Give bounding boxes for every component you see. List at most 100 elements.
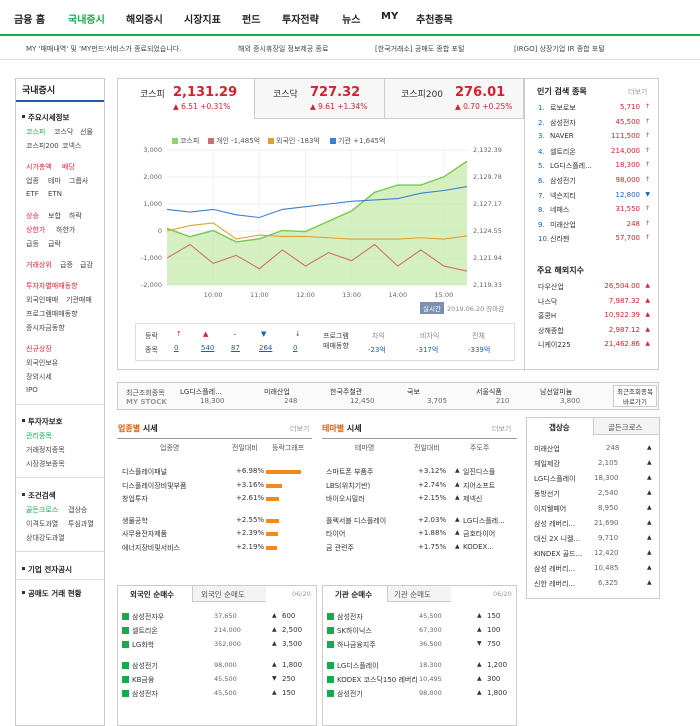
- notice-link[interactable]: [한국거래소] 공매도 종합 포털: [375, 44, 464, 54]
- sidebar-link[interactable]: 신규상장: [26, 344, 52, 354]
- sidebar-link[interactable]: 프로그램매매동향: [26, 309, 78, 319]
- lead-stock[interactable]: 제넥신: [463, 494, 482, 504]
- recent-stock-name[interactable]: LG디스플레...: [180, 387, 222, 397]
- stock-name[interactable]: 미래산업: [550, 221, 576, 229]
- tab-foreign-sell[interactable]: 외국인 순매도: [192, 586, 266, 602]
- investor-stock-name[interactable]: 삼성전자: [337, 612, 363, 622]
- gap-stock-name[interactable]: KINDEX 골드...: [534, 549, 582, 559]
- investor-stock-name[interactable]: 삼성전자: [132, 689, 158, 699]
- notice-link[interactable]: 해외 증시휴장일 정보제공 종료: [238, 44, 328, 54]
- recent-stock-name[interactable]: 국보: [407, 387, 420, 397]
- sidebar-section-head[interactable]: 공매도 거래 현황: [28, 588, 82, 599]
- tab-inst-sell[interactable]: 기관 순매도: [387, 586, 451, 602]
- gnb-overseas[interactable]: 해외증시: [126, 11, 163, 26]
- sector-name[interactable]: 디스플레이패널: [122, 467, 167, 477]
- gnb-market-index[interactable]: 시장지표: [184, 11, 221, 26]
- sidebar-link[interactable]: 급락: [48, 239, 61, 249]
- recent-stock-name[interactable]: 미래산업: [264, 387, 290, 397]
- sidebar-link[interactable]: 시장경보종목: [26, 459, 65, 469]
- sidebar-link[interactable]: 골든크로스: [26, 505, 58, 515]
- stock-name[interactable]: LG디스플레...: [550, 162, 592, 170]
- sidebar-link[interactable]: 업종: [26, 176, 39, 186]
- sidebar-link[interactable]: 상한가: [26, 225, 45, 235]
- sidebar-link[interactable]: ETN: [48, 190, 62, 198]
- overseas-name[interactable]: 홍콩H: [538, 312, 556, 320]
- stock-name[interactable]: 삼성전자: [550, 119, 576, 127]
- recent-stock-name[interactable]: 한국주철관: [330, 387, 362, 397]
- stock-name[interactable]: 셀트리온: [550, 148, 576, 156]
- sector-name[interactable]: 사무용전자제품: [122, 529, 167, 539]
- investor-stock-name[interactable]: KODEX 코스닥150 레버리지: [337, 675, 417, 685]
- sidebar-section-head[interactable]: 조건검색: [28, 490, 56, 501]
- rank-item[interactable]: 2. 삼성전자 45,500 ↑: [538, 118, 650, 128]
- sector-name[interactable]: 디스플레이장비및부품: [122, 481, 186, 491]
- gap-stock-name[interactable]: 동방선기: [534, 489, 560, 499]
- investor-stock-name[interactable]: 삼성전기: [132, 661, 158, 671]
- tab-gap-up[interactable]: 갭상승: [527, 418, 593, 435]
- sidebar-link[interactable]: 투자자별매매동향: [26, 281, 78, 291]
- sector-name[interactable]: 에너지장비및서비스: [122, 543, 180, 553]
- stock-name[interactable]: NAVER: [550, 132, 574, 140]
- overseas-item[interactable]: 다우산업 26,504.00 ▲: [538, 282, 650, 292]
- gap-stock-name[interactable]: 신한 레버리...: [534, 579, 575, 589]
- stock-name[interactable]: 넥슨지티: [550, 192, 576, 200]
- sidebar-link[interactable]: 코스닥: [54, 127, 73, 137]
- investor-stock-name[interactable]: SK하이닉스: [337, 626, 372, 636]
- recent-stocks-button[interactable]: 최근조회종목 바로가기: [613, 385, 657, 407]
- gnb-strategy[interactable]: 투자전략: [282, 11, 319, 26]
- gnb-recommend[interactable]: 추천종목: [416, 11, 453, 26]
- gnb-fund[interactable]: 펀드: [242, 11, 260, 26]
- overseas-name[interactable]: 니케이225: [538, 341, 571, 349]
- theme-name[interactable]: 타이어: [326, 529, 345, 539]
- gnb-home[interactable]: 금융 홈: [14, 11, 45, 26]
- sidebar-link[interactable]: 외국인매매: [26, 295, 58, 305]
- stock-name[interactable]: 삼성전기: [550, 177, 576, 185]
- investor-stock-name[interactable]: 삼성전자우: [132, 612, 164, 622]
- rank-item[interactable]: 1. 로보로보 5,710 ↑: [538, 103, 650, 113]
- lead-stock[interactable]: 금호타이어: [463, 529, 495, 539]
- theme-name[interactable]: 스마트폰 부품주: [326, 467, 373, 477]
- sidebar-link[interactable]: 코스피200: [26, 141, 59, 151]
- overseas-item[interactable]: 상해종합 2,987.12 ▲: [538, 326, 650, 336]
- more-link[interactable]: 더보기: [492, 424, 511, 434]
- stat-count[interactable]: 264: [259, 344, 272, 352]
- stock-name[interactable]: 신라젠: [550, 235, 569, 243]
- sidebar-link[interactable]: 하락: [69, 211, 82, 221]
- overseas-name[interactable]: 다우산업: [538, 283, 564, 291]
- tab-inst-buy[interactable]: 기관 순매수: [323, 586, 387, 602]
- sidebar-link[interactable]: 거래상위: [26, 260, 52, 270]
- sidebar-link[interactable]: 그룹사: [69, 176, 88, 186]
- sidebar-link[interactable]: IPO: [26, 386, 38, 394]
- overseas-name[interactable]: 상해종합: [538, 327, 564, 335]
- investor-stock-name[interactable]: KB금융: [132, 675, 154, 685]
- stat-count[interactable]: 540: [201, 344, 214, 352]
- sidebar-link[interactable]: 거래정지종목: [26, 445, 65, 455]
- rank-item[interactable]: 4. 셀트리온 214,000 ↑: [538, 147, 650, 157]
- sidebar-link[interactable]: 시가총액: [26, 162, 52, 172]
- gap-stock-name[interactable]: 삼성 레버리...: [534, 519, 575, 529]
- sidebar-link[interactable]: 코넥스: [62, 141, 81, 151]
- gap-stock-name[interactable]: LG디스플레이: [534, 474, 576, 484]
- gnb-domestic[interactable]: 국내증시: [68, 11, 105, 26]
- sidebar-section-head[interactable]: 투자자보호: [28, 416, 63, 427]
- stock-name[interactable]: 로보로보: [550, 104, 576, 112]
- lead-stock[interactable]: 지어소프트: [463, 481, 495, 491]
- sector-name[interactable]: 생물공학: [122, 516, 148, 526]
- investor-stock-name[interactable]: 삼성전기: [337, 689, 363, 699]
- sidebar-section-head[interactable]: 기업 전자공시: [28, 564, 72, 575]
- recent-stock-name[interactable]: 남선알미늄: [540, 387, 572, 397]
- stock-name[interactable]: 네패스: [550, 206, 569, 214]
- stat-count[interactable]: 0: [174, 344, 178, 352]
- sidebar-link[interactable]: 투심과열: [68, 519, 94, 529]
- notice-link[interactable]: MY '매매내역' 및 'MY펀드'서비스가 종료되었습니다.: [26, 44, 181, 54]
- sidebar-link[interactable]: 보합: [48, 211, 61, 221]
- tab-golden-cross[interactable]: 골든크로스: [593, 418, 659, 435]
- lead-stock[interactable]: 일진디스플: [463, 467, 495, 477]
- sidebar-link[interactable]: 외국인보유: [26, 358, 58, 368]
- sidebar-link[interactable]: 테마: [48, 176, 61, 186]
- notice-link[interactable]: [IRGO] 상장기업 IR 종합 포털: [514, 44, 605, 54]
- sidebar-link[interactable]: 급등: [26, 239, 39, 249]
- sidebar-link[interactable]: 장외시세: [26, 372, 52, 382]
- rank-item[interactable]: 5. LG디스플레... 18,300 ↑: [538, 161, 650, 171]
- sidebar-link[interactable]: 갭상승: [68, 505, 87, 515]
